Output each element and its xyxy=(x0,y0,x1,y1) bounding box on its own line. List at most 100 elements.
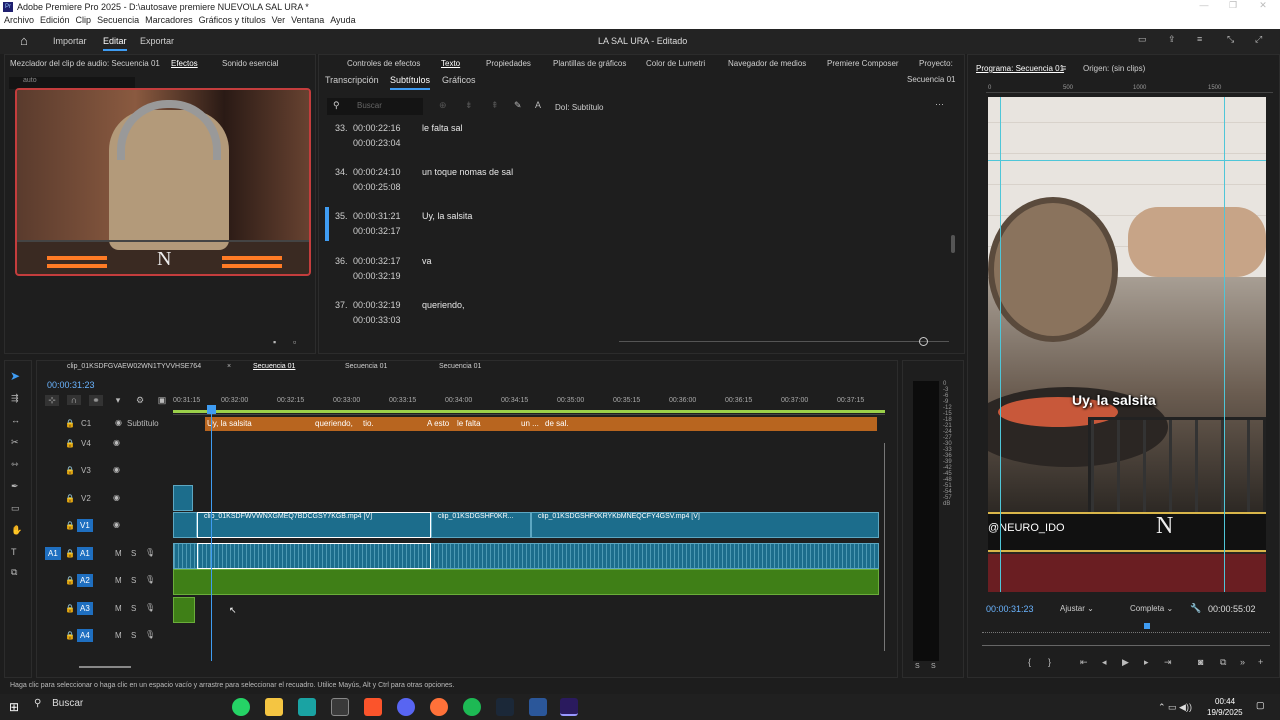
video-clip[interactable] xyxy=(173,512,197,538)
lock-icon[interactable]: 🔒 xyxy=(65,419,75,428)
caption-segment[interactable]: le falta xyxy=(457,419,481,428)
caption-item[interactable]: 34. 00:00:24:10 00:00:25:08 un toque nom… xyxy=(335,165,935,195)
tab-editar[interactable]: Editar xyxy=(103,36,127,51)
solo-s[interactable]: S xyxy=(131,549,136,558)
selection-tool-icon[interactable]: ➤ xyxy=(10,369,20,383)
compare-icon[interactable]: ⧉ xyxy=(1220,657,1226,668)
meter-solo-right[interactable]: S xyxy=(931,663,936,670)
audio-clip-a3[interactable] xyxy=(173,597,195,623)
eye-icon[interactable]: ◉ xyxy=(113,465,120,474)
more-icon[interactable]: ⋯ xyxy=(935,99,944,110)
mute-m[interactable]: M xyxy=(115,549,122,558)
go-to-in-icon[interactable]: ⇤ xyxy=(1080,657,1088,668)
quality-dropdown[interactable]: Completa ⌄ xyxy=(1130,604,1173,613)
eye-icon[interactable]: ◉ xyxy=(113,438,120,447)
tab-exportar[interactable]: Exportar xyxy=(140,36,174,46)
playhead-handle[interactable] xyxy=(207,405,216,414)
program-menu-icon[interactable]: ≡ xyxy=(1061,63,1066,73)
menu-lines-icon[interactable]: ≡ xyxy=(1197,34,1202,44)
step-forward-icon[interactable]: ▸ xyxy=(1144,657,1149,668)
lock-icon[interactable]: 🔒 xyxy=(65,521,75,530)
pencil-icon[interactable]: ✎ xyxy=(514,100,522,111)
premiere-icon[interactable] xyxy=(560,698,578,716)
menu-secuencia[interactable]: Secuencia xyxy=(97,15,139,25)
home-icon[interactable]: ⌂ xyxy=(20,33,28,48)
audio-clip-a1-selected[interactable] xyxy=(197,543,431,569)
store-icon[interactable] xyxy=(331,698,349,716)
share-icon[interactable]: ⇪ xyxy=(1168,34,1176,45)
hand-icon[interactable]: ✋ xyxy=(11,525,22,536)
tab-efectos[interactable]: Efectos xyxy=(171,59,198,68)
meter-solo-left[interactable]: S xyxy=(915,663,920,670)
track-select-icon[interactable]: ⇶ xyxy=(11,393,19,404)
minimize-icon[interactable]: — xyxy=(1198,0,1210,10)
mic-icon[interactable]: 🎙 xyxy=(145,603,155,612)
file-explorer-icon[interactable] xyxy=(265,698,283,716)
mic-icon[interactable]: 🎙 xyxy=(145,630,155,639)
razor-icon[interactable]: ✂ xyxy=(11,437,19,448)
type-icon[interactable]: T xyxy=(11,547,17,557)
mute-m[interactable]: M xyxy=(115,604,122,613)
caption-search[interactable]: ⚲ Buscar xyxy=(327,98,423,115)
video-clip-selected[interactable]: clip_01KSDFWVWNXGMEQ7BDCGSY7KGB.mp4 [V] xyxy=(197,512,431,538)
settings-wrench-icon[interactable]: ⚙ xyxy=(133,395,147,406)
caption-segment[interactable]: de sal. xyxy=(545,419,569,428)
track-a4-label[interactable]: A4 xyxy=(77,629,93,642)
wrench-icon[interactable]: 🔧 xyxy=(1190,603,1201,614)
zoom-slider-handle[interactable] xyxy=(919,337,928,346)
solo-s[interactable]: S xyxy=(131,576,136,585)
lock-icon[interactable]: 🔒 xyxy=(65,604,75,613)
tab-importar[interactable]: Importar xyxy=(53,36,87,46)
tab-texto[interactable]: Texto xyxy=(441,59,460,68)
zoom-slider[interactable] xyxy=(619,341,949,342)
go-to-out-icon[interactable]: ⇥ xyxy=(1164,657,1172,668)
audio-clip-a2[interactable] xyxy=(173,569,879,595)
solo-s[interactable]: S xyxy=(131,631,136,640)
marker-icon[interactable]: ▾ xyxy=(111,395,125,406)
tab-proyecto[interactable]: Proyecto: xyxy=(919,59,953,68)
camera-icon[interactable]: ◙ xyxy=(1198,657,1203,667)
word-icon[interactable] xyxy=(529,698,547,716)
mute-m[interactable]: M xyxy=(115,631,122,640)
program-timecode[interactable]: 00:00:31:23 xyxy=(986,604,1034,614)
lock-icon[interactable]: 🔒 xyxy=(65,631,75,640)
slip-icon[interactable]: ⇿ xyxy=(11,459,19,470)
menu-archivo[interactable]: Archivo xyxy=(4,15,34,25)
more-controls-icon[interactable]: » xyxy=(1240,657,1245,667)
discord-icon[interactable] xyxy=(397,698,415,716)
program-scrubber[interactable] xyxy=(982,625,1270,633)
scrollbar[interactable] xyxy=(951,235,955,253)
time-ruler[interactable]: 00:31:15 00:32:00 00:32:15 00:33:00 00:3… xyxy=(173,393,885,415)
menu-ver[interactable]: Ver xyxy=(272,15,286,25)
source-a1-patch[interactable]: A1 xyxy=(45,547,61,560)
mic-icon[interactable]: 🎙 xyxy=(145,575,155,584)
whatsapp-icon[interactable] xyxy=(232,698,250,716)
workspace-icon[interactable]: ▭ xyxy=(1138,34,1147,45)
eye-icon[interactable]: ◉ xyxy=(113,493,120,502)
caption-segment[interactable]: un ... xyxy=(521,419,539,428)
tab-propiedades[interactable]: Propiedades xyxy=(486,59,531,68)
mute-m[interactable]: M xyxy=(115,576,122,585)
close-tab-icon[interactable]: × xyxy=(227,363,231,370)
timeline-tab-seq-2[interactable]: Secuencia 01 xyxy=(345,363,387,370)
split-caption-icon[interactable]: ⇟ xyxy=(465,100,473,111)
tray-icons[interactable]: ⌃ ▭ ◀)) xyxy=(1158,702,1192,713)
mark-in-icon[interactable]: { xyxy=(1028,657,1031,667)
source-title[interactable]: Origen: (sin clips) xyxy=(1083,64,1145,73)
caption-tool-icon[interactable]: ⧉ xyxy=(11,567,17,578)
menu-clip[interactable]: Clip xyxy=(76,15,92,25)
add-caption-icon[interactable]: ⊕ xyxy=(439,100,447,111)
track-a3-label[interactable]: A3 xyxy=(77,602,93,615)
subtab-subtitulos[interactable]: Subtítulos xyxy=(390,75,431,90)
video-clip[interactable]: clip_01KSDGSHF0KRYKbMNEQCFY4GSV.mp4 [V] xyxy=(531,512,879,538)
program-playhead[interactable] xyxy=(1144,623,1150,629)
v2-clip[interactable] xyxy=(173,485,193,511)
eye-icon[interactable]: ◉ xyxy=(113,520,120,529)
caption-segment[interactable]: tio. xyxy=(363,419,374,428)
lock-icon[interactable]: 🔒 xyxy=(65,549,75,558)
track-v1-label[interactable]: V1 xyxy=(77,519,93,532)
caption-item[interactable]: 36. 00:00:32:17 00:00:32:19 va xyxy=(335,254,935,284)
step-back-icon[interactable]: ◂ xyxy=(1102,657,1107,668)
menu-edicion[interactable]: Edición xyxy=(40,15,70,25)
add-button-icon[interactable]: + xyxy=(1258,657,1263,667)
